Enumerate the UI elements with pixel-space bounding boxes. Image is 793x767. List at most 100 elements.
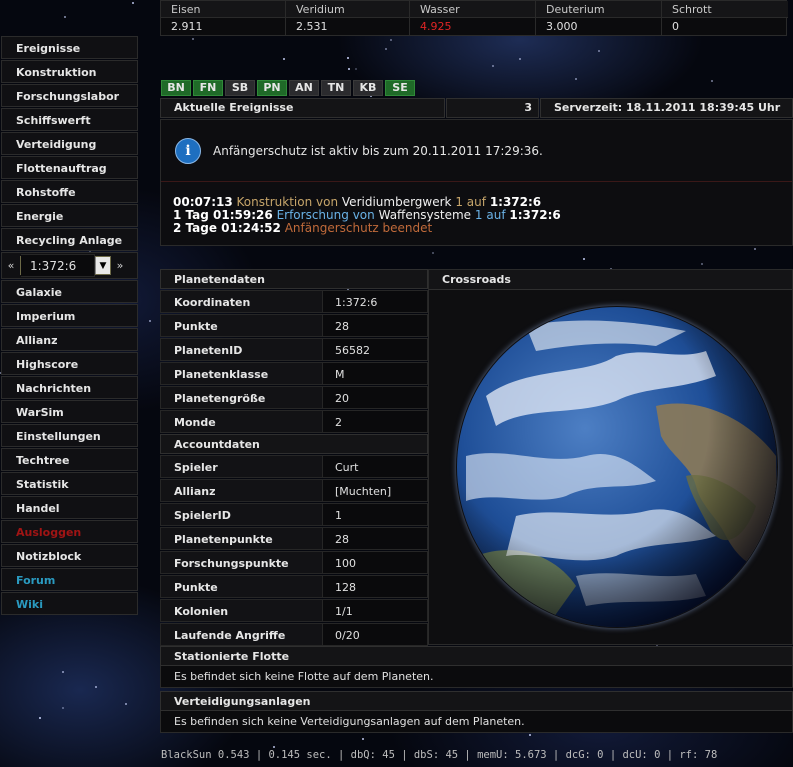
star [39, 717, 41, 719]
table-row: Monde 2 [160, 410, 428, 433]
nav-messages[interactable]: Nachrichten [1, 376, 138, 399]
row-label: Monde [160, 410, 323, 433]
message-filter-tabs: BN FN SB PN AN TN KB SE [161, 80, 415, 96]
row-value: 2 [323, 410, 428, 433]
nav-resources[interactable]: Rohstoffe [1, 180, 138, 203]
star [492, 65, 494, 67]
resource-value-alert: 4.925 [420, 20, 452, 33]
nav-logout[interactable]: Ausloggen [1, 520, 138, 543]
row-label: Koordinaten [160, 290, 323, 313]
server-stats-footer: BlackSun 0.543 | 0.145 sec. | dbQ: 45 | … [161, 749, 718, 761]
notice-text: Anfängerschutz ist aktiv bis zum 20.11.2… [213, 143, 543, 158]
star [348, 68, 350, 70]
planet-select[interactable]: 1:372:6 ▼ [20, 254, 111, 277]
row-label: Spieler [160, 455, 323, 478]
nav-forum[interactable]: Forum [1, 568, 138, 591]
nav-warsim[interactable]: WarSim [1, 400, 138, 423]
defense-title: Verteidigungsanlagen [160, 691, 793, 711]
row-value: 28 [323, 527, 428, 550]
row-value: M [323, 362, 428, 385]
prev-planet-button[interactable]: « [6, 259, 16, 272]
event-coords[interactable]: 1:372:6 [490, 195, 541, 209]
tab-se[interactable]: SE [385, 80, 415, 96]
nav-construction[interactable]: Konstruktion [1, 60, 138, 83]
stationed-fleet-section: Stationierte Flotte Es befindet sich kei… [160, 646, 793, 688]
nav-wiki[interactable]: Wiki [1, 592, 138, 615]
nav-highscore[interactable]: Highscore [1, 352, 138, 375]
table-row: Planetenklasse M [160, 362, 428, 385]
nav-statistics[interactable]: Statistik [1, 472, 138, 495]
resource-value: 2.531 [296, 20, 328, 33]
tab-pn[interactable]: PN [257, 80, 287, 96]
event-coords[interactable]: 1:372:6 [509, 208, 560, 222]
star [701, 263, 703, 265]
resource-name: Schrott [662, 1, 788, 18]
nav-recycling[interactable]: Recycling Anlage [1, 228, 138, 251]
row-value: 56582 [323, 338, 428, 361]
nav-shipyard[interactable]: Schiffswerft [1, 108, 138, 131]
table-row: Spieler Curt [160, 455, 428, 478]
nav-empire[interactable]: Imperium [1, 304, 138, 327]
nav-alliance[interactable]: Allianz [1, 328, 138, 351]
table-row: PlanetenID 56582 [160, 338, 428, 361]
planet-view-panel: Crossroads [428, 269, 793, 645]
table-row: Punkte 128 [160, 575, 428, 598]
resource-value: 3.000 [546, 20, 578, 33]
tab-kb[interactable]: KB [353, 80, 383, 96]
defense-section: Verteidigungsanlagen Es befinden sich ke… [160, 691, 793, 733]
nav-defense[interactable]: Verteidigung [1, 132, 138, 155]
row-value: 28 [323, 314, 428, 337]
main-navigation: Ereignisse Konstruktion Forschungslabor … [1, 36, 138, 616]
table-row: Allianz [Muchten] [160, 479, 428, 502]
nav-energy[interactable]: Energie [1, 204, 138, 227]
nav-fleet-order[interactable]: Flottenauftrag [1, 156, 138, 179]
event-kind: Konstruktion [236, 195, 313, 209]
planet-data-title: Planetendaten [160, 269, 428, 289]
row-label: PlanetenID [160, 338, 323, 361]
event-word: von [316, 195, 339, 209]
table-row: Planetengröße 20 [160, 386, 428, 409]
resource-deuterium: Deuterium 3.000 [536, 1, 662, 35]
resource-iron: Eisen 2.911 [161, 1, 286, 35]
row-label: Planetengröße [160, 386, 323, 409]
star [149, 320, 151, 322]
event-word: von [352, 208, 375, 222]
nav-notepad[interactable]: Notizblock [1, 544, 138, 567]
star [711, 80, 713, 82]
star [529, 734, 531, 736]
nav-settings[interactable]: Einstellungen [1, 424, 138, 447]
event-kind: Erforschung [276, 208, 349, 222]
star [62, 671, 64, 673]
row-label: Planetenklasse [160, 362, 323, 385]
event-word: auf [466, 195, 486, 209]
tab-an[interactable]: AN [289, 80, 319, 96]
planet-image [456, 306, 778, 628]
row-label: Forschungspunkte [160, 551, 323, 574]
row-value: [Muchten] [323, 479, 428, 502]
events-count: 3 [446, 98, 539, 118]
stationed-fleet-title: Stationierte Flotte [160, 646, 793, 666]
account-data-title: Accountdaten [160, 434, 428, 454]
star [754, 248, 756, 250]
tab-sb[interactable]: SB [225, 80, 255, 96]
info-icon: i [175, 137, 201, 164]
nav-galaxy[interactable]: Galaxie [1, 280, 138, 303]
nav-trade[interactable]: Handel [1, 496, 138, 519]
star [390, 39, 392, 41]
nav-events[interactable]: Ereignisse [1, 36, 138, 59]
star [132, 2, 134, 4]
earth-planet-icon [457, 307, 777, 627]
resource-name: Veridium [286, 1, 409, 18]
nav-techtree[interactable]: Techtree [1, 448, 138, 471]
tab-fn[interactable]: FN [193, 80, 223, 96]
tab-bn[interactable]: BN [161, 80, 191, 96]
row-label: Planetenpunkte [160, 527, 323, 550]
table-row: SpielerID 1 [160, 503, 428, 526]
row-value: Curt [323, 455, 428, 478]
star [283, 58, 285, 60]
tab-tn[interactable]: TN [321, 80, 351, 96]
table-row: Koordinaten 1:372:6 [160, 290, 428, 313]
star [432, 252, 434, 254]
nav-research-lab[interactable]: Forschungslabor [1, 84, 138, 107]
next-planet-button[interactable]: » [115, 259, 125, 272]
